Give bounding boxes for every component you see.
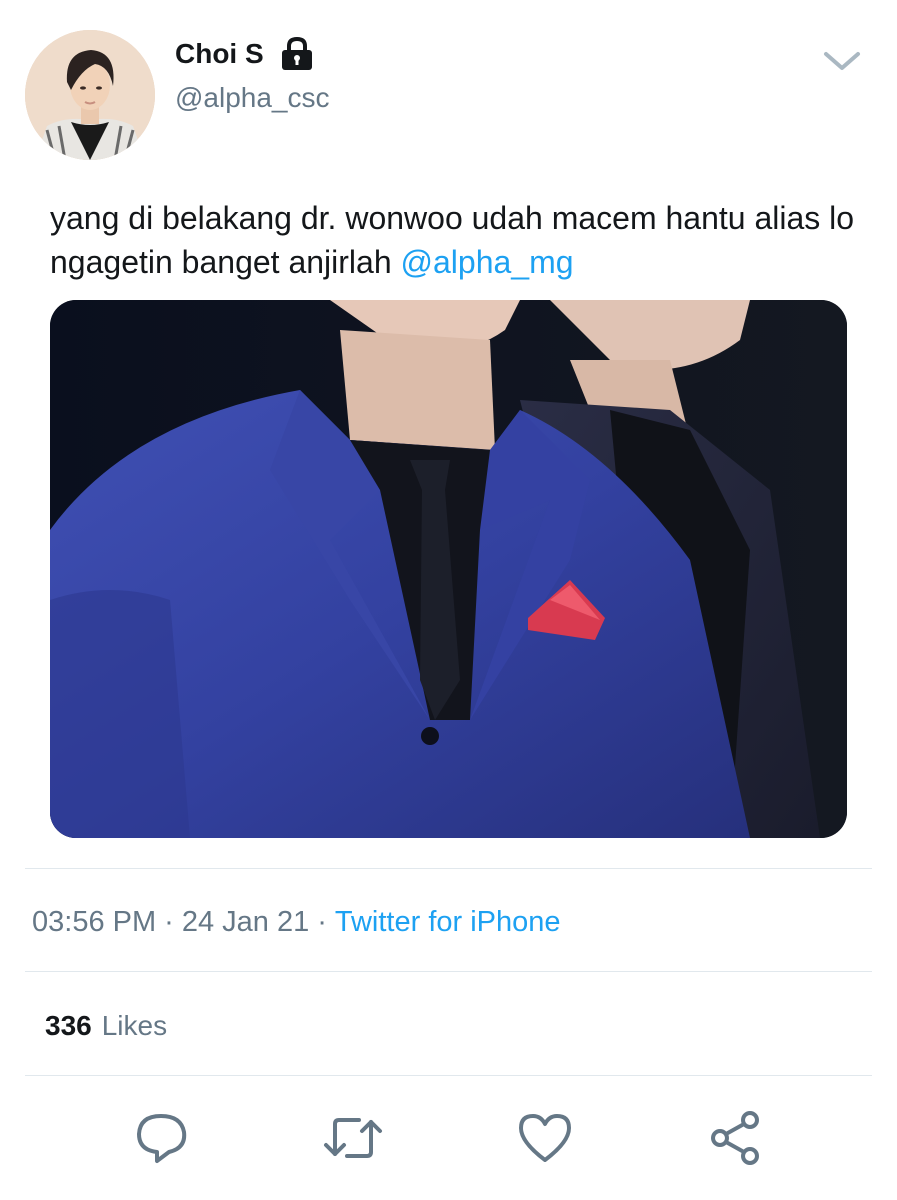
display-name[interactable]: Choi S — [175, 36, 264, 72]
tweet-actions — [0, 1108, 897, 1168]
likes-label: Likes — [101, 1010, 168, 1041]
tweet-text: yang di belakang dr. wonwoo udah macem h… — [50, 196, 860, 284]
avatar-image — [25, 30, 155, 160]
meta-separator: · — [317, 906, 327, 938]
retweet-button[interactable] — [323, 1108, 383, 1168]
heart-icon — [519, 1114, 571, 1162]
tweet-time: 03:56 PM — [32, 906, 157, 938]
tweet-source-link[interactable]: Twitter for iPhone — [335, 906, 561, 938]
photo-image — [50, 300, 847, 838]
divider — [25, 971, 872, 972]
likes-count: 336 — [45, 1010, 92, 1041]
share-icon — [711, 1111, 759, 1165]
reply-icon — [137, 1114, 187, 1163]
divider — [25, 1075, 872, 1076]
avatar[interactable] — [25, 30, 155, 160]
lock-icon — [281, 37, 312, 70]
user-handle[interactable]: @alpha_csc — [175, 80, 330, 116]
tweet-date: 24 Jan 21 — [181, 906, 310, 938]
retweet-icon — [324, 1118, 382, 1158]
likes-stat[interactable]: 336 Likes — [45, 1008, 167, 1044]
share-button[interactable] — [706, 1108, 766, 1168]
divider — [25, 868, 872, 869]
tweet-photo[interactable] — [50, 300, 847, 838]
mention-link[interactable]: @alpha_mg — [401, 244, 574, 280]
like-button[interactable] — [515, 1108, 575, 1168]
meta-separator: · — [164, 906, 174, 938]
chevron-down-icon[interactable] — [822, 48, 862, 74]
reply-button[interactable] — [131, 1108, 191, 1168]
tweet-meta: 03:56 PM · 24 Jan 21 · Twitter for iPhone — [32, 903, 561, 941]
